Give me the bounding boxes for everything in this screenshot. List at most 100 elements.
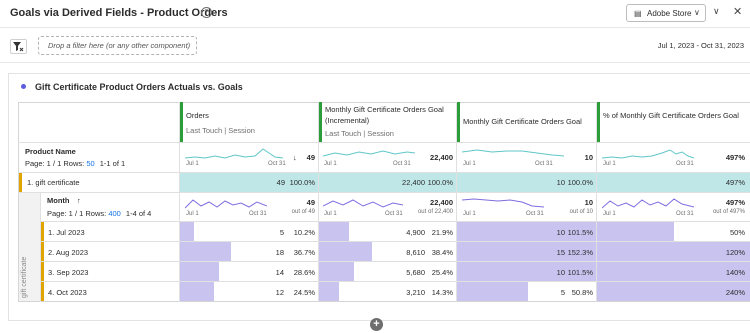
cell-bar	[180, 282, 214, 301]
row-selection-marker	[41, 282, 44, 301]
spark-start: Jul 1	[186, 211, 199, 217]
dimension-pagination: Page: 1 / 1 Rows: 50 1-1 of 1	[25, 159, 125, 168]
range-text: 1-4 of 4	[125, 209, 152, 218]
cell-value: 120%	[725, 248, 745, 257]
cell-percent: 10.2%	[293, 228, 315, 237]
sort-asc-icon[interactable]: ↑	[77, 196, 81, 205]
sparkline-breakdown-orders	[185, 199, 267, 209]
report-suite-select[interactable]: ▤ Adobe Store ∨	[626, 4, 706, 22]
spark-start: Jul 1	[463, 211, 476, 217]
column-accent	[180, 102, 183, 142]
spark-end: Oct 31	[535, 161, 553, 167]
breakdown-row-label[interactable]: 1. Jul 2023	[48, 228, 85, 237]
cell-percent: 28.6%	[293, 268, 315, 277]
spark-end: Oct 31	[526, 211, 544, 217]
filter-bar: Drop a filter here (or any other compone…	[0, 29, 750, 63]
collapse-chevron-icon[interactable]: ∨	[713, 6, 720, 17]
cell-value: 5	[279, 228, 284, 237]
cell-percent: 100.0%	[427, 178, 453, 187]
database-icon: ▤	[634, 9, 642, 18]
filter-icon[interactable]	[10, 39, 27, 54]
rows-select[interactable]: 50	[86, 159, 94, 168]
cell-value: 497%	[725, 178, 745, 187]
cell-bar	[319, 282, 339, 301]
spark-start: Jul 1	[324, 211, 337, 217]
sparkline-breakdown-goal-incremental	[323, 199, 403, 208]
dimension-label[interactable]: Product Name	[25, 147, 76, 156]
breakdown-total: 497%	[725, 198, 745, 207]
row-selection-marker	[41, 262, 44, 281]
spark-start: Jul 1	[603, 161, 616, 167]
cell-value: 240%	[725, 288, 745, 297]
column-title: Monthly Gift Certificate Orders Goal	[463, 117, 582, 126]
breakdown-vertical-label: gift certificate	[21, 256, 28, 298]
cell-percent: 50.8%	[571, 288, 593, 297]
column-subtitle: Last Touch | Session	[186, 126, 255, 135]
spark-end: Oct 31	[676, 161, 694, 167]
cell-bar	[319, 222, 349, 241]
cell-value: 22,400	[402, 178, 425, 187]
rows-select[interactable]: 400	[108, 209, 121, 218]
column-accent	[597, 102, 600, 142]
cell-percent: 36.7%	[293, 248, 315, 257]
panel-title[interactable]: Gift Certificate Product Orders Actuals …	[35, 82, 243, 92]
cell-percent: 100.0%	[567, 178, 593, 187]
row-label[interactable]: 1. gift certificate	[27, 178, 80, 187]
row-selection-marker	[19, 173, 22, 192]
cell-value: 3,210	[406, 288, 425, 297]
cell-percent: 152.3%	[567, 248, 593, 257]
cell-bar	[319, 262, 354, 281]
report-suite-label: Adobe Store	[647, 9, 692, 18]
spark-end: Oct 31	[268, 161, 286, 167]
info-icon[interactable]: ?	[201, 7, 212, 18]
column-total: 49	[306, 153, 315, 162]
cell-percent: 25.4%	[431, 268, 453, 277]
column-subtitle: Last Touch | Session	[325, 129, 394, 138]
cell-bar	[597, 222, 674, 241]
add-component-icon[interactable]: +	[370, 318, 383, 331]
breakdown-row-label[interactable]: 2. Aug 2023	[48, 248, 88, 257]
date-range[interactable]: Jul 1, 2023 - Oct 31, 2023	[658, 41, 744, 50]
column-header-goal-incremental[interactable]: Monthly Gift Certificate Orders Goal (In…	[319, 102, 456, 142]
cell-value: 18	[275, 248, 284, 257]
breakdown-row-label[interactable]: 3. Sep 2023	[48, 268, 88, 277]
sparkline-breakdown-goal	[462, 198, 544, 208]
panel-indicator-icon	[21, 84, 26, 89]
page-text: Page: 1 / 1	[47, 209, 84, 218]
column-total: 22,400	[430, 153, 453, 162]
column-header-orders[interactable]: Orders Last Touch | Session	[180, 102, 318, 142]
rows-label: Rows:	[63, 159, 85, 168]
column-title: Monthly Gift Certificate Orders Goal (In…	[325, 105, 444, 125]
cell-value: 5,680	[406, 268, 425, 277]
spark-start: Jul 1	[324, 161, 337, 167]
column-header-goal[interactable]: Monthly Gift Certificate Orders Goal	[457, 102, 596, 142]
breakdown-dimension-label[interactable]: Month	[47, 196, 70, 205]
cell-value: 10	[556, 268, 565, 277]
cell-value: 8,610	[406, 248, 425, 257]
column-title: % of Monthly Gift Certificate Orders Goa…	[603, 111, 739, 120]
breakdown-row-label[interactable]: 4. Oct 2023	[48, 288, 87, 297]
cell-value: 12	[275, 288, 284, 297]
close-icon[interactable]: ✕	[733, 5, 742, 18]
cell-bar	[180, 242, 231, 261]
row-selection-marker	[41, 222, 44, 241]
filter-dropzone[interactable]: Drop a filter here (or any other compone…	[38, 36, 197, 55]
column-header-pct-goal[interactable]: % of Monthly Gift Certificate Orders Goa…	[597, 102, 750, 142]
column-accent	[457, 102, 460, 142]
breakdown-total-sub: out of 49	[291, 209, 315, 215]
cell-value: 14	[275, 268, 284, 277]
spark-end: Oct 31	[393, 161, 411, 167]
app-header: Goals via Derived Fields - Product Order…	[0, 0, 750, 28]
row-selection-marker	[41, 242, 44, 261]
cell-percent: 14.3%	[431, 288, 453, 297]
breakdown-total: 10	[584, 198, 593, 207]
cell-percent: 100.0%	[289, 178, 315, 187]
breakdown-total-sub: out of 497%	[712, 209, 745, 215]
cell-bar	[319, 242, 372, 261]
sparkline-breakdown-pct-goal	[602, 198, 694, 209]
breakdown-total-sub: out of 22,400	[417, 209, 453, 215]
breakdown-total: 22,400	[430, 198, 453, 207]
spark-start: Jul 1	[186, 161, 199, 167]
spark-start: Jul 1	[603, 211, 616, 217]
sparkline-goal	[462, 149, 564, 157]
